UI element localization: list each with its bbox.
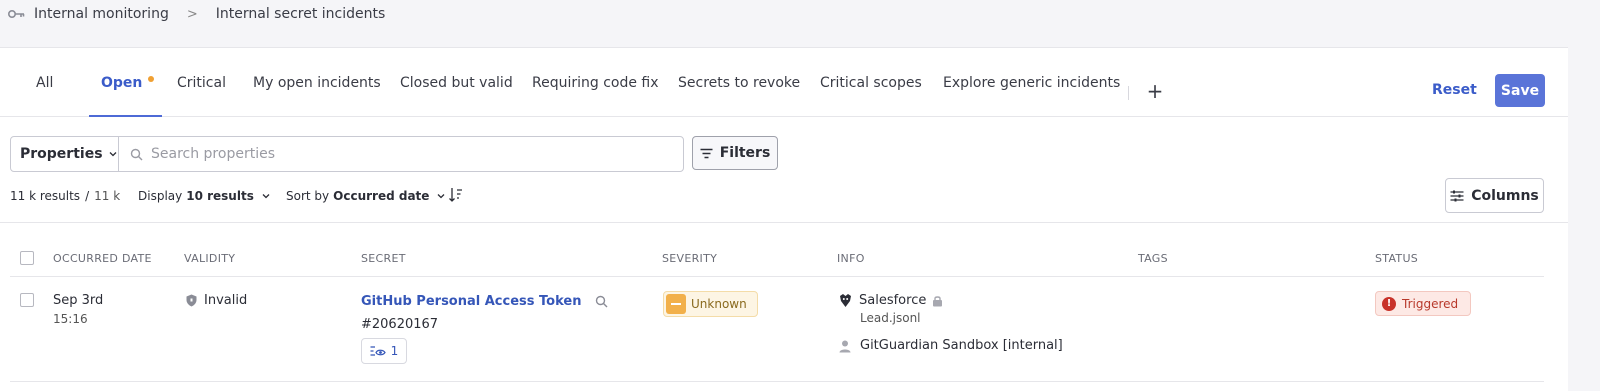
chevron-down-icon: [262, 194, 270, 199]
search-input[interactable]: [151, 146, 683, 162]
severity-unknown-icon: [666, 294, 686, 314]
saved-views-tabs: All Open Critical My open incidents Clos…: [0, 48, 1568, 117]
save-button[interactable]: Save: [1495, 74, 1545, 107]
tab-my-open-incidents[interactable]: My open incidents: [253, 48, 381, 117]
filters-button[interactable]: Filters: [692, 136, 778, 170]
table-header-divider: [10, 276, 1544, 277]
info-cell: Salesforce Lead.jsonl GitGuardian Sandbo…: [838, 293, 1063, 353]
display-count-dropdown[interactable]: Display 10 results: [138, 186, 270, 206]
incidents-panel: All Open Critical My open incidents Clos…: [0, 47, 1568, 391]
sort-label: Sort by: [286, 189, 330, 203]
column-header-occurred-date[interactable]: OCCURRED DATE: [53, 252, 152, 265]
results-total: 11 k: [94, 189, 121, 203]
chevron-down-icon: [437, 194, 445, 199]
tab-label: Secrets to revoke: [678, 74, 801, 91]
sort-direction-icon[interactable]: [448, 186, 464, 204]
display-label: Display: [138, 189, 183, 203]
search-icon[interactable]: [595, 295, 608, 308]
tab-critical-scopes[interactable]: Critical scopes: [820, 48, 922, 117]
tab-label: Open: [101, 74, 143, 91]
column-header-info[interactable]: INFO: [837, 252, 865, 265]
search-icon: [130, 148, 143, 160]
info-member: GitGuardian Sandbox [internal]: [860, 338, 1063, 353]
breadcrumb-item-current: Internal secret incidents: [215, 6, 386, 22]
add-tab-button[interactable]: +: [1145, 81, 1165, 101]
columns-settings-icon: [1450, 190, 1464, 201]
filter-icon: [700, 148, 713, 158]
status-value: Triggered: [1402, 296, 1459, 311]
info-source[interactable]: Salesforce: [859, 293, 926, 308]
column-header-severity[interactable]: SEVERITY: [662, 252, 717, 265]
tab-label: Explore generic incidents: [943, 74, 1121, 91]
row-divider: [10, 381, 1544, 382]
secret-name-link[interactable]: GitHub Personal Access Token: [361, 294, 581, 309]
tab-label: Closed but valid: [400, 74, 513, 91]
key-icon: [8, 10, 25, 18]
search-input-wrapper: [119, 137, 683, 171]
info-file: Lead.jsonl: [860, 311, 921, 325]
validity-cell: Invalid: [186, 293, 247, 308]
select-all-checkbox[interactable]: [20, 251, 34, 265]
tab-label: Requiring code fix: [532, 74, 659, 91]
breadcrumb-item-internal-monitoring[interactable]: Internal monitoring: [34, 6, 169, 22]
user-icon: [839, 340, 851, 352]
reset-button[interactable]: Reset: [1432, 78, 1477, 102]
chevron-down-icon: [109, 152, 116, 157]
severity-value: Unknown: [691, 297, 747, 311]
validity-value: Invalid: [204, 293, 248, 308]
tab-label: Critical scopes: [820, 74, 922, 91]
sort-by-dropdown[interactable]: Sort by Occurred date: [286, 186, 445, 206]
secret-cell: GitHub Personal Access Token #20620167 1: [361, 294, 608, 364]
results-count-value: 11 k results: [10, 189, 81, 203]
tab-requiring-code-fix[interactable]: Requiring code fix: [532, 48, 659, 117]
lock-icon: [933, 295, 943, 306]
status-cell: ! Triggered: [1375, 291, 1472, 316]
severity-badge: Unknown: [663, 291, 758, 317]
column-header-status[interactable]: STATUS: [1375, 252, 1418, 265]
properties-dropdown-label: Properties: [20, 146, 103, 162]
search-bar: Properties: [10, 136, 684, 172]
display-value: 10 results: [186, 189, 254, 203]
tab-label: My open incidents: [253, 74, 381, 91]
status-badge: ! Triggered: [1375, 291, 1472, 316]
tab-secrets-to-revoke[interactable]: Secrets to revoke: [678, 48, 800, 117]
columns-button[interactable]: Columns: [1445, 178, 1544, 213]
sort-value: Occurred date: [333, 189, 430, 203]
row-checkbox[interactable]: [20, 293, 34, 307]
shield-icon: [186, 294, 197, 307]
occurrences-eye-icon: [370, 345, 386, 356]
severity-cell: Unknown: [663, 291, 758, 317]
breadcrumb-separator: >: [186, 6, 198, 22]
right-gutter: [1568, 47, 1600, 391]
columns-label: Columns: [1471, 187, 1539, 204]
salesforce-icon: [840, 294, 851, 307]
results-separator: /: [85, 189, 90, 203]
column-header-tags[interactable]: TAGS: [1138, 252, 1168, 265]
occurrences-count: 1: [390, 344, 399, 358]
tab-label: All: [36, 74, 54, 91]
tab-label: Critical: [177, 74, 226, 91]
filters-label: Filters: [719, 145, 771, 161]
tab-closed-but-valid[interactable]: Closed but valid: [400, 48, 513, 117]
properties-dropdown[interactable]: Properties: [11, 137, 119, 171]
alert-icon: !: [1382, 296, 1396, 311]
divider: [0, 222, 1568, 223]
unsaved-changes-dot: [148, 75, 155, 82]
tab-all[interactable]: All: [36, 48, 53, 117]
occurrences-badge[interactable]: 1: [361, 338, 407, 364]
occurred-date-cell: Sep 3rd 15:16: [53, 293, 103, 326]
tab-explore-generic-incidents[interactable]: Explore generic incidents: [943, 48, 1120, 117]
tab-open[interactable]: Open: [88, 48, 163, 117]
breadcrumb: Internal monitoring > Internal secret in…: [8, 5, 385, 23]
results-count: 11 k results / 11 k: [10, 186, 120, 206]
column-header-validity[interactable]: VALIDITY: [184, 252, 235, 265]
column-header-secret[interactable]: SECRET: [361, 252, 406, 265]
tab-divider: [1128, 86, 1129, 100]
secret-id: #20620167: [361, 317, 439, 332]
occurred-date: Sep 3rd: [53, 293, 104, 308]
tab-critical[interactable]: Critical: [177, 48, 226, 117]
occurred-time: 15:16: [53, 312, 88, 326]
